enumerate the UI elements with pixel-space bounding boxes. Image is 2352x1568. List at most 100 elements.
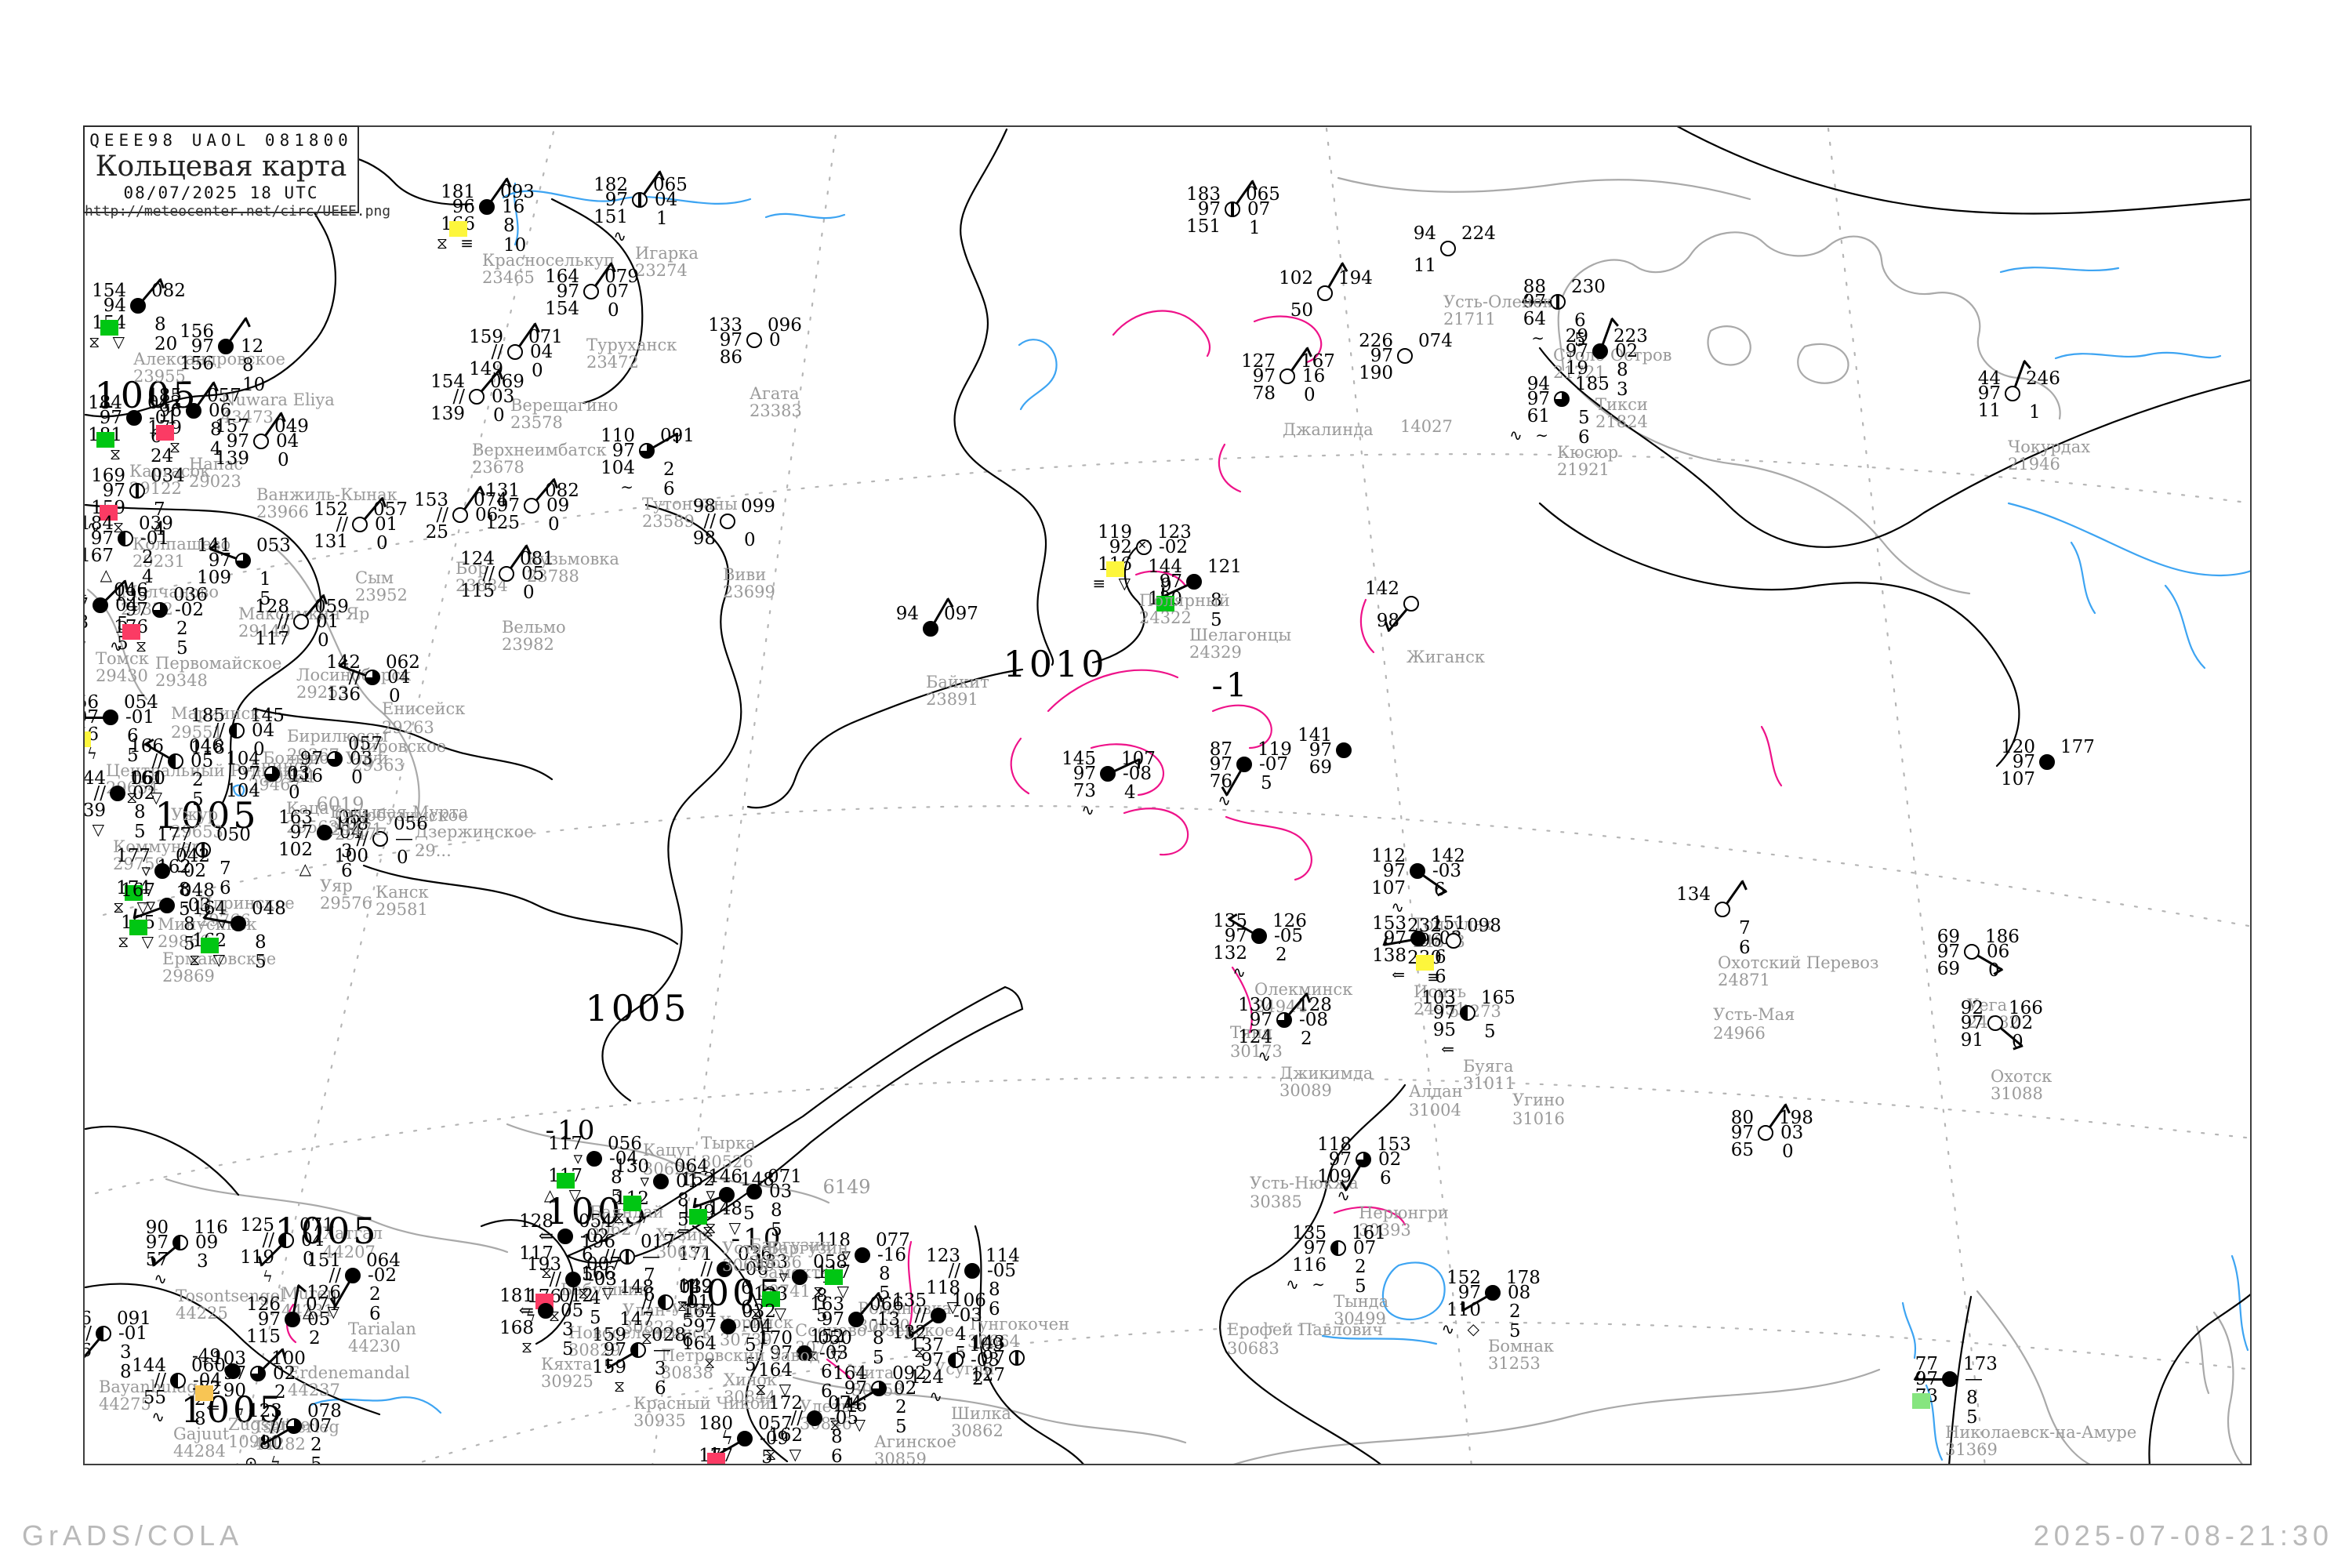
precip-marker-green [96,432,114,448]
cloud-cover-circle [159,898,175,913]
pressure-tendency: -01 [681,1294,710,1312]
dewpoint: 109 [197,569,231,587]
weather-symbols: ∿ [1391,899,1408,915]
weather-symbols: ∿ [1232,964,1250,980]
pressure-tendency: -03 [1432,862,1461,880]
weather-symbols: ∿ ⧖ [110,638,151,654]
dewpoint: 139 [83,802,106,820]
wind-speed: 5 [255,953,267,971]
dewpoint: 73 [1073,782,1096,800]
station-name-label: Угино31016 [1512,1091,1565,1128]
dewpoint: 102 [278,841,313,859]
cloud-cover-circle [235,553,251,568]
cloud-cover-circle [1592,343,1608,359]
pressure: 194 [1338,270,1373,288]
map-line [2071,543,2095,613]
pressure: 053 [256,537,291,555]
cloud-cover-circle [630,1342,646,1358]
cloud-cover-circle [126,410,142,426]
pressure-tendency: 07 [309,1417,332,1436]
dewpoint: 154 [545,300,579,318]
title-box: QEEE98 UAOL 081800 Кольцевая карта 08/07… [83,125,359,213]
cloud-cover-circle [619,1249,635,1265]
pressure: 050 [216,826,251,844]
cloud-amount: 8 [771,1202,782,1220]
cloud-cover-circle [1964,944,1980,960]
cloud-cover-circle [653,1174,669,1189]
pressure-tendency: -08 [1123,765,1152,783]
cloud-cover-circle [129,483,145,499]
cloud-amount: 8 [879,1265,891,1283]
station-name-label: Усть-Мая24966 [1713,1005,1795,1043]
cloud-cover-circle [1397,348,1413,364]
station-id: 29869 [162,968,215,985]
station-id: 14027 [1400,419,1453,435]
dewpoint: 86 [720,349,742,367]
cloud-cover-circle [557,1229,573,1244]
temperature: 134 [1676,886,1711,904]
dewpoint: 69 [1309,759,1332,777]
cloud-amount: 2 [176,620,188,638]
weather-symbols: △ ▽ [544,1187,585,1203]
station-name: Tarialan [348,1321,416,1338]
dewpoint: 25 [426,524,448,542]
cloud-cover-circle [1403,596,1419,612]
precip-marker-orange [195,1385,213,1401]
weather-symbols: ≡ ▽ [1093,575,1135,591]
pressure: 099 [741,498,775,516]
pressure-tendency: 03 [769,1183,792,1201]
dewpoint: 104 [601,459,635,477]
cloud-cover-circle [1251,928,1267,944]
station-name: Gajuut [173,1426,229,1443]
cloud-cover-circle [848,1312,864,1327]
temperature: 102 [1279,270,1313,288]
pressure: 082 [151,282,186,300]
station-id: 30636 [750,1254,802,1271]
cloud-cover-circle [931,1308,946,1323]
cloud-amount: 0 [608,302,619,320]
station-name-label: Алдан31004 [1409,1082,1463,1120]
map-line [1828,129,1985,1465]
cloud-amount: 8 [242,357,254,375]
pressure-tendency: 0 [769,332,781,350]
weather-symbols: ∿ [613,228,630,244]
cloud-amount: 6 [821,1363,833,1381]
station-id: 31253 [1488,1356,1541,1372]
station-name: Верещагино [510,397,618,414]
dewpoint: 148 [708,1200,742,1218]
station-name: Агинское [874,1434,956,1450]
pressure-tendency: -05 [829,1410,858,1428]
station-id: 30089 [1279,1083,1332,1099]
map-line [1226,817,1312,880]
pressure-tendency: 02 [2010,1014,2033,1033]
station-id: 29430 [96,668,148,684]
cloud-cover-circle [1356,1152,1371,1167]
dewpoint: 78 [1253,385,1276,403]
wind-speed: 5 [310,1456,322,1465]
cloud-amount: 5 [1578,409,1590,427]
station-name: Верхнеимбатск [472,442,607,459]
station-name: Красный Чикой [633,1396,771,1412]
cloud-cover-circle [130,298,146,314]
pressure-tendency: -16 [877,1247,906,1265]
station-id: 30862 [951,1423,1004,1439]
map-line [766,214,844,218]
cloud-amount: 0 [289,784,300,802]
pressure-tendency: 03 [1780,1124,1803,1142]
station-id: 21921 [1557,462,1610,478]
station-name: Канск [376,884,429,901]
station-name: Николаевск-на-Амуре [1945,1425,2136,1441]
station-id: 30859 [874,1451,927,1465]
cloud-amount: 0 [1988,962,2000,980]
cloud-cover-circle [1100,766,1116,782]
cloud-cover-circle [746,332,762,348]
cloud-cover-circle [720,514,735,529]
cloud-cover-circle [658,1294,673,1310]
temperature: 146 [708,1168,742,1186]
temperature: 142 [1365,580,1399,598]
isobar-label: 1005 [585,987,689,1029]
pressure-tendency: -05 [987,1262,1016,1280]
cloud-amount: 0 [1782,1143,1794,1161]
precip-marker-yellow [1416,955,1434,971]
weather-symbols: ⇐ [1392,967,1409,982]
